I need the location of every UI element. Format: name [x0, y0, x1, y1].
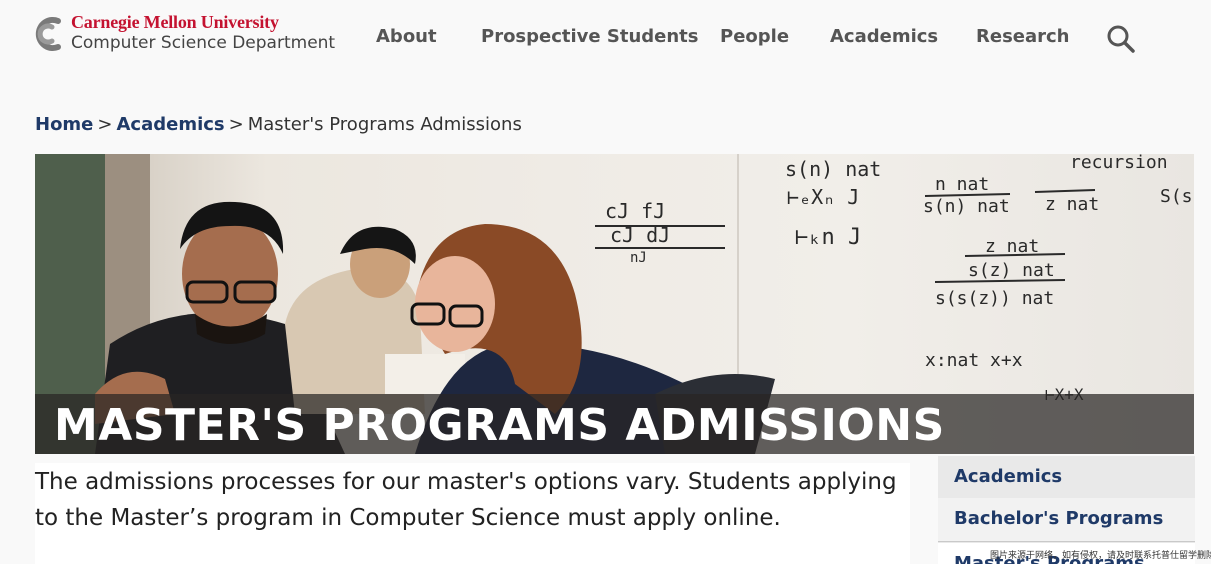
svg-text:cJ fJ: cJ fJ — [605, 199, 665, 223]
svg-text:z nat: z nat — [1045, 194, 1099, 215]
intro-text: The admissions processes for our master'… — [35, 463, 910, 564]
department-name: Computer Science Department — [71, 33, 336, 53]
site-header: Carnegie Mellon University Computer Scie… — [0, 0, 1211, 78]
nav-prospective-students[interactable]: Prospective Students — [481, 26, 699, 47]
svg-text:⊢ₑXₙ J: ⊢ₑXₙ J — [787, 185, 859, 209]
nav-about[interactable]: About — [376, 26, 437, 47]
board-note: s(z) nat — [968, 260, 1055, 281]
page-title: MASTER'S PROGRAMS ADMISSIONS — [54, 400, 945, 451]
sidebar-item-academics[interactable]: Academics — [938, 456, 1195, 500]
nav-people[interactable]: People — [720, 26, 789, 47]
svg-text:⊢ₖn J: ⊢ₖn J — [795, 225, 861, 250]
cmu-logo[interactable]: Carnegie Mellon University Computer Scie… — [28, 12, 335, 56]
svg-text:s(n) nat: s(n) nat — [923, 196, 1010, 217]
board-note: s(n) nat — [785, 157, 881, 181]
sidebar-item-bachelors-programs[interactable]: Bachelor's Programs — [938, 498, 1195, 542]
university-name: Carnegie Mellon University — [71, 12, 279, 32]
breadcrumb-current: Master's Programs Admissions — [247, 114, 522, 135]
breadcrumb-separator: > — [97, 114, 113, 135]
watermark-text: 图片来源于网络，如有侵权，请及时联系托普仕留学删除 — [990, 551, 1211, 561]
search-icon[interactable] — [1106, 24, 1136, 54]
nav-research[interactable]: Research — [976, 26, 1070, 47]
board-note: x:nat x+x — [925, 350, 1023, 371]
nav-academics[interactable]: Academics — [830, 26, 938, 47]
breadcrumb: Home > Academics > Master's Programs Admissi… — [35, 114, 522, 136]
board-note: n nat — [935, 174, 989, 195]
cmu-scs-logo-icon — [35, 17, 61, 51]
svg-text:nJ: nJ — [630, 250, 647, 266]
board-note: recursion — [1070, 154, 1168, 173]
board-note: s(s(z)) nat — [935, 288, 1054, 309]
breadcrumb-separator: > — [228, 114, 244, 135]
svg-text:S(s: S(s — [1160, 186, 1193, 207]
svg-text:cJ dJ: cJ dJ — [610, 223, 670, 247]
breadcrumb-home[interactable]: Home — [35, 114, 93, 135]
breadcrumb-academics[interactable]: Academics — [117, 114, 225, 135]
hero-image: cJ fJ cJ dJ nJ s(n) nat ⊢ₑXₙ J ⊢ₖn J n n… — [35, 154, 1194, 454]
